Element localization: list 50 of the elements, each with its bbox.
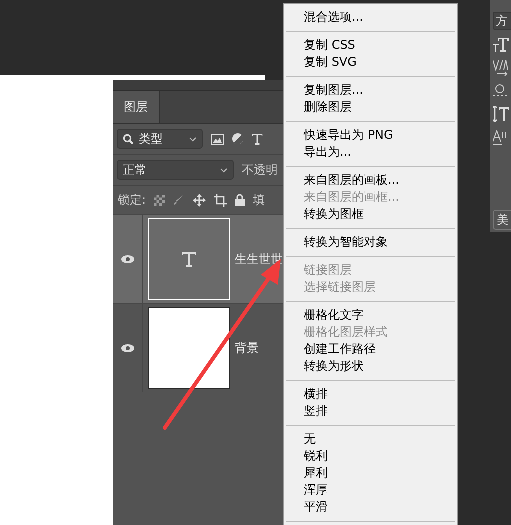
menu-item[interactable]: 锐利 — [284, 448, 457, 465]
baseline-shift-icon[interactable] — [493, 130, 509, 146]
menu-item[interactable]: 无 — [284, 431, 457, 448]
menu-item[interactable]: 删除图层 — [284, 99, 457, 116]
menu-item[interactable]: 复制 SVG — [284, 54, 457, 71]
search-icon — [123, 134, 134, 144]
menu-item[interactable]: 犀利 — [284, 465, 457, 482]
menu-item[interactable]: 竖排 — [284, 403, 457, 420]
menu-item[interactable]: 浑厚 — [284, 482, 457, 499]
kerning-icon[interactable] — [493, 60, 509, 76]
opacity-label: 不透明 — [242, 162, 278, 178]
menu-item[interactable]: 横排 — [284, 386, 457, 403]
font-size-icon[interactable] — [493, 38, 509, 52]
menu-item[interactable]: 转换为形状 — [284, 358, 457, 375]
language-button[interactable]: 美 — [493, 210, 511, 230]
eye-icon[interactable] — [120, 254, 134, 264]
filter-value: 类型 — [139, 130, 164, 148]
menu-item[interactable]: 快速导出为 PNG — [284, 127, 457, 144]
image-filter-icon[interactable] — [211, 134, 224, 144]
text-layer-icon — [182, 252, 196, 266]
eye-icon[interactable] — [120, 344, 134, 352]
caret-icon — [220, 168, 228, 172]
font-style-dropdown[interactable]: 方 — [493, 12, 511, 30]
layer-row[interactable]: 背景 — [113, 303, 283, 392]
adjustment-filter-icon[interactable] — [232, 133, 244, 145]
blend-mode-dropdown[interactable]: 正常 — [117, 160, 234, 180]
brush-icon[interactable] — [173, 194, 186, 206]
move-icon[interactable] — [193, 194, 206, 206]
menu-item[interactable]: 创建工作路径 — [284, 341, 457, 358]
type-filter-icon[interactable] — [252, 134, 263, 144]
menu-item[interactable]: 复制图层... — [284, 82, 457, 99]
menu-item[interactable]: 混合选项... — [284, 9, 457, 26]
menu-item[interactable]: 转换为图框 — [284, 206, 457, 223]
menu-item[interactable]: 平滑 — [284, 499, 457, 516]
lock-label: 锁定: — [118, 192, 146, 208]
menu-item[interactable]: 来自图层的画板... — [284, 172, 457, 189]
fill-label: 填 — [253, 192, 266, 208]
lock-icon[interactable] — [235, 194, 246, 206]
caret-icon — [189, 136, 197, 142]
menu-item[interactable]: 导出为... — [284, 144, 457, 161]
menu-item[interactable]: 栅格化文字 — [284, 307, 457, 324]
leading-icon[interactable] — [493, 106, 509, 122]
filter-dropdown[interactable]: 类型 — [117, 129, 203, 149]
layer-name: 背景 — [235, 340, 259, 356]
menu-item[interactable]: 复制 CSS — [284, 37, 457, 54]
layers-tab[interactable]: 图层 — [113, 91, 160, 123]
menu-item[interactable]: 转换为智能对象 — [284, 234, 457, 251]
blend-mode-value: 正常 — [123, 162, 148, 178]
crop-icon[interactable] — [214, 194, 228, 206]
checkerboard-icon[interactable] — [154, 194, 166, 206]
